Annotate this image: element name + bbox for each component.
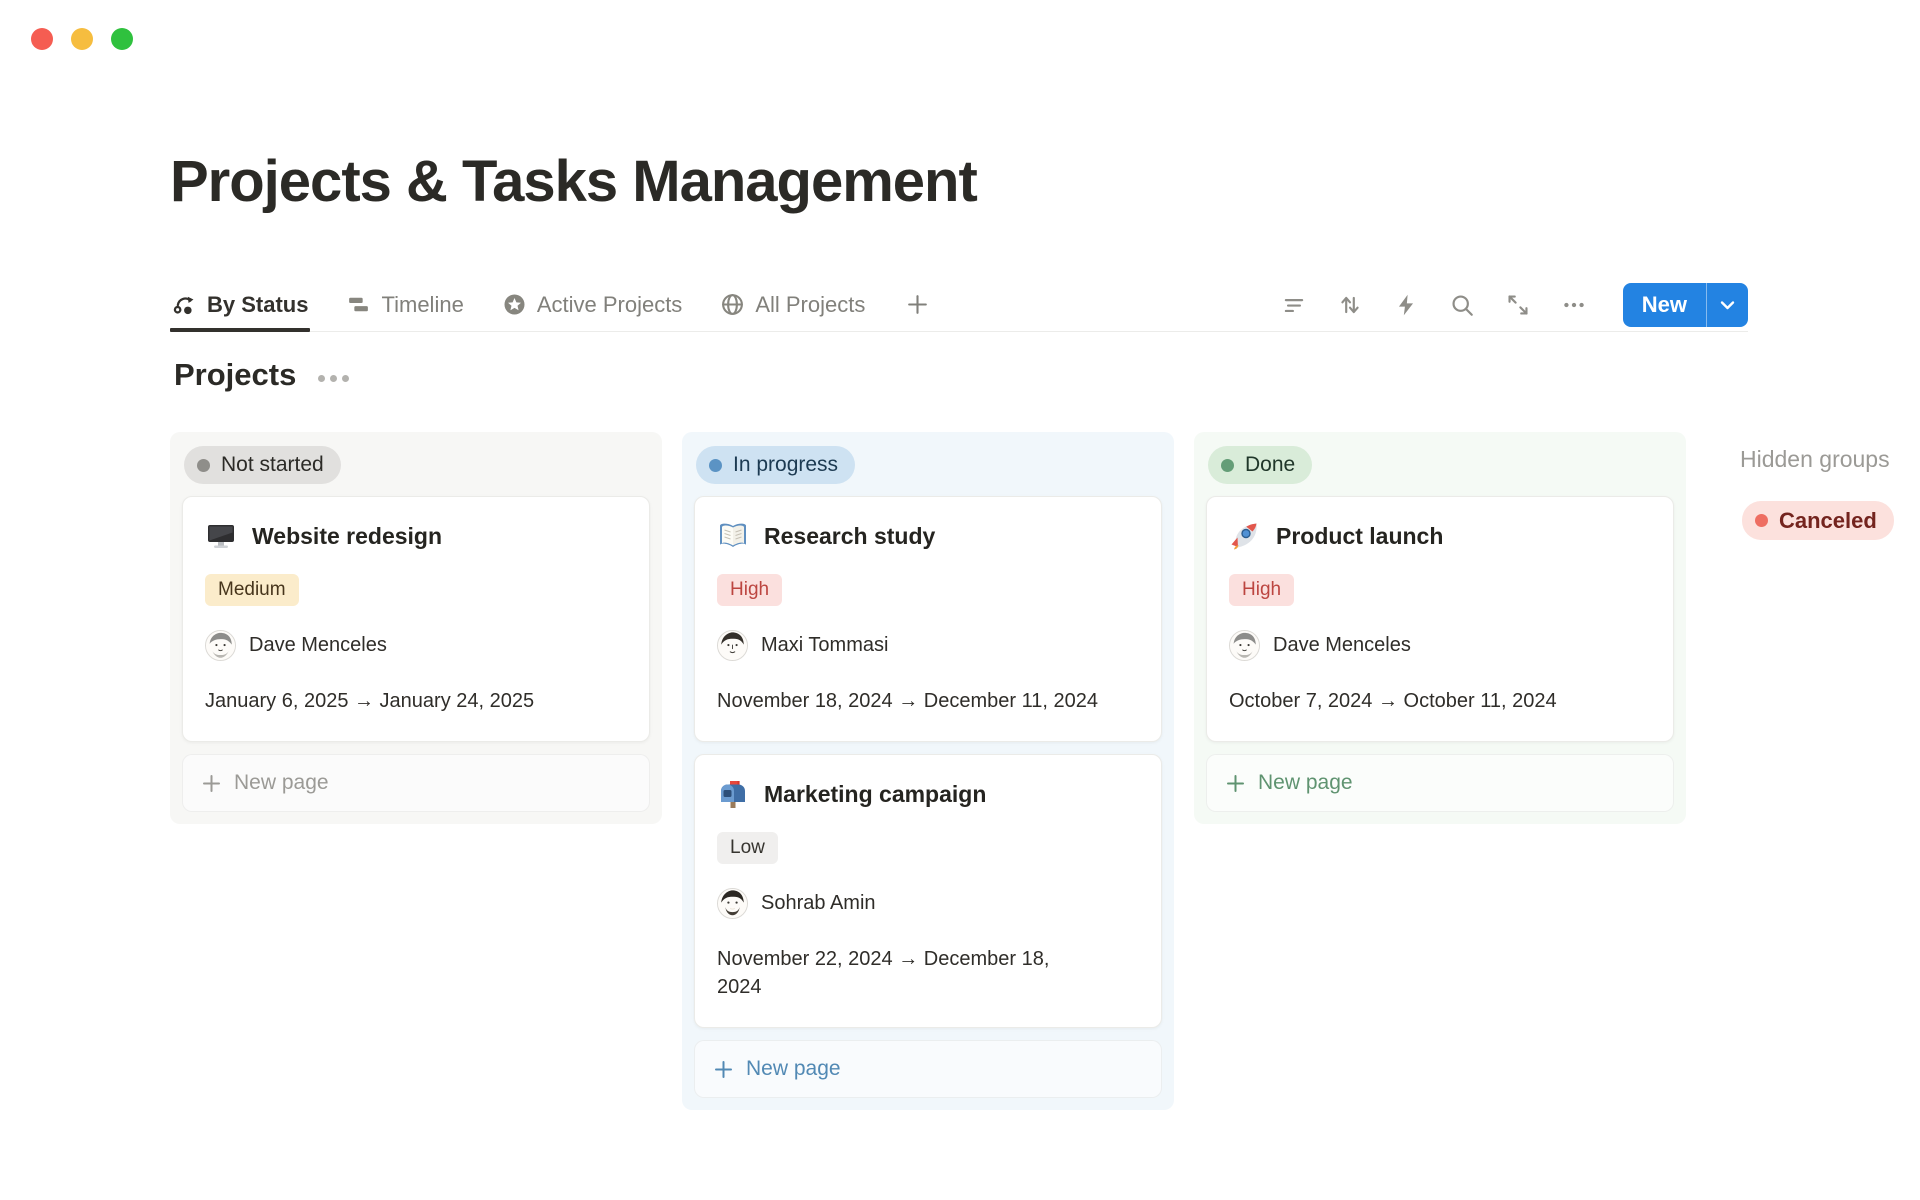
new-page-button[interactable]: New page <box>694 1040 1162 1098</box>
avatar <box>717 888 748 919</box>
status-pill-label: Canceled <box>1779 508 1877 534</box>
rocket-emoji <box>1229 520 1261 552</box>
filter-icon[interactable] <box>1281 292 1307 318</box>
mailbox-emoji <box>717 778 749 810</box>
priority-badge: Low <box>717 832 778 864</box>
card-product-launch[interactable]: Product launch High Dave Menceles Octobe… <box>1206 496 1674 742</box>
column-in-progress: In progress Research study High <box>682 432 1174 1110</box>
avatar <box>205 630 236 661</box>
assignee-row: Sohrab Amin <box>717 888 1139 919</box>
new-page-label: New page <box>746 1057 841 1081</box>
lightning-icon[interactable] <box>1393 292 1419 318</box>
status-pill-not-started[interactable]: Not started <box>184 446 341 484</box>
view-tab-bar: By Status Timeline Active Projects <box>170 278 1748 332</box>
status-pill-done[interactable]: Done <box>1208 446 1312 484</box>
star-circle-icon <box>502 292 527 317</box>
card-title-text: Product launch <box>1276 523 1443 550</box>
status-dot <box>197 459 210 472</box>
status-pill-label: Done <box>1245 453 1295 477</box>
status-dot <box>1755 514 1768 527</box>
assignee-row: Dave Menceles <box>205 630 627 661</box>
column-done: Done Product launch High Dave Me <box>1194 432 1686 824</box>
card-research-study[interactable]: Research study High Maxi Tommasi Novembe… <box>694 496 1162 742</box>
new-button-label[interactable]: New <box>1623 283 1706 327</box>
priority-badge: High <box>717 574 782 606</box>
new-page-label: New page <box>1258 771 1353 795</box>
card-marketing-campaign[interactable]: Marketing campaign Low Sohrab Amin Novem… <box>694 754 1162 1028</box>
tab-label: All Projects <box>755 292 865 318</box>
tab-active-projects[interactable]: Active Projects <box>500 278 685 331</box>
open-book-emoji <box>717 520 749 552</box>
chevron-down-icon <box>1720 300 1735 310</box>
page-content: Projects & Tasks Management By Status Ti… <box>170 0 1748 1200</box>
add-view-button[interactable] <box>901 278 934 331</box>
view-tabs: By Status Timeline Active Projects <box>170 278 934 331</box>
hidden-groups-section: Hidden groups Canceled <box>1720 432 1920 552</box>
assignee-name: Maxi Tommasi <box>761 634 888 657</box>
priority-badge: Medium <box>205 574 299 606</box>
close-window-button[interactable] <box>31 28 53 50</box>
date-range: November 22, 2024 → December 18, 2024 <box>717 945 1075 1001</box>
minimize-window-button[interactable] <box>71 28 93 50</box>
expand-icon[interactable] <box>1505 292 1531 318</box>
tab-all-projects[interactable]: All Projects <box>718 278 867 331</box>
new-page-button[interactable]: New page <box>182 754 650 812</box>
page-title: Projects & Tasks Management <box>170 148 977 215</box>
date-range: November 18, 2024 → December 11, 2024 <box>717 687 1139 715</box>
assignee-name: Dave Menceles <box>1273 634 1411 657</box>
plus-icon <box>713 1059 734 1080</box>
card-title-text: Marketing campaign <box>764 781 986 808</box>
date-range: October 7, 2024 → October 11, 2024 <box>1229 687 1651 715</box>
view-toolbar: New <box>1281 283 1748 327</box>
tab-label: Active Projects <box>537 292 683 318</box>
tab-timeline[interactable]: Timeline <box>344 278 465 331</box>
priority-badge: High <box>1229 574 1294 606</box>
new-button[interactable]: New <box>1623 283 1748 327</box>
new-dropdown-button[interactable] <box>1706 283 1748 327</box>
assignee-name: Sohrab Amin <box>761 892 876 915</box>
status-pill-canceled[interactable]: Canceled <box>1742 501 1894 540</box>
zoom-window-button[interactable] <box>111 28 133 50</box>
ellipsis-icon[interactable] <box>318 369 349 382</box>
assignee-row: Dave Menceles <box>1229 630 1651 661</box>
status-dot <box>1221 459 1234 472</box>
hidden-groups-label: Hidden groups <box>1740 446 1920 473</box>
kanban-board: Not started Website redesign Medium <box>170 432 1920 1110</box>
tab-label: By Status <box>207 292 308 318</box>
card-title-text: Website redesign <box>252 523 442 550</box>
tab-label: Timeline <box>381 292 463 318</box>
globe-icon <box>720 292 745 317</box>
plus-icon <box>905 292 930 317</box>
database-title: Projects <box>174 357 296 393</box>
desktop-computer-emoji <box>205 520 237 552</box>
assignee-name: Dave Menceles <box>249 634 387 657</box>
status-dot <box>709 459 722 472</box>
new-page-label: New page <box>234 771 329 795</box>
new-page-button[interactable]: New page <box>1206 754 1674 812</box>
plus-icon <box>201 773 222 794</box>
window-controls <box>31 28 133 50</box>
assignee-row: Maxi Tommasi <box>717 630 1139 661</box>
status-pill-label: Not started <box>221 453 324 477</box>
search-icon[interactable] <box>1449 292 1475 318</box>
sort-icon[interactable] <box>1337 292 1363 318</box>
status-pill-label: In progress <box>733 453 838 477</box>
column-not-started: Not started Website redesign Medium <box>170 432 662 824</box>
notion-window: Projects & Tasks Management By Status Ti… <box>0 0 1920 1200</box>
card-website-redesign[interactable]: Website redesign Medium Dave Menceles Ja… <box>182 496 650 742</box>
timeline-icon <box>346 292 371 317</box>
more-icon[interactable] <box>1561 292 1587 318</box>
date-range: January 6, 2025 → January 24, 2025 <box>205 687 627 715</box>
tab-by-status[interactable]: By Status <box>170 278 310 331</box>
plus-icon <box>1225 773 1246 794</box>
card-title-text: Research study <box>764 523 935 550</box>
status-pill-in-progress[interactable]: In progress <box>696 446 855 484</box>
avatar <box>1229 630 1260 661</box>
status-cycle-icon <box>172 292 197 317</box>
database-section-header: Projects <box>174 357 349 393</box>
avatar <box>717 630 748 661</box>
